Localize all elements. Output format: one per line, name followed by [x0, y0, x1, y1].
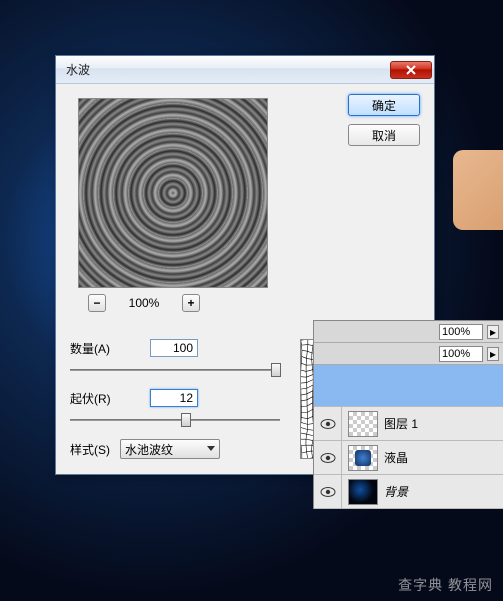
- visibility-toggle[interactable]: [314, 475, 342, 508]
- visibility-toggle[interactable]: [314, 441, 342, 474]
- layer-thumbnail[interactable]: [348, 411, 378, 437]
- layer-thumbnail[interactable]: [348, 445, 378, 471]
- eye-icon: [320, 452, 336, 464]
- ridges-label: 起伏(R): [70, 390, 150, 407]
- ridges-input[interactable]: [150, 389, 198, 407]
- layer-row[interactable]: 图层 1: [314, 407, 503, 441]
- amount-label: 数量(A): [70, 340, 150, 357]
- style-label: 样式(S): [70, 441, 110, 458]
- ok-button[interactable]: 确定: [348, 94, 420, 116]
- cancel-button[interactable]: 取消: [348, 124, 420, 146]
- eye-icon: [320, 418, 336, 430]
- ridges-slider[interactable]: [70, 411, 280, 429]
- ripple-preview-image: [79, 98, 267, 288]
- amount-slider-track: [70, 369, 280, 371]
- dialog-title: 水波: [66, 61, 390, 78]
- opacity-arrow-a[interactable]: ▸: [487, 325, 499, 339]
- skin-arm-shape: [453, 150, 503, 230]
- opacity-arrow-b[interactable]: ▸: [487, 347, 499, 361]
- layer-name: 液晶: [384, 449, 408, 466]
- layers-panel-row-a: 100% ▸: [314, 321, 503, 343]
- opacity-field-a[interactable]: 100%: [439, 324, 483, 340]
- zoom-in-button[interactable]: +: [182, 294, 200, 312]
- style-dropdown[interactable]: 水池波纹: [120, 439, 220, 459]
- preview-box[interactable]: [78, 98, 268, 288]
- ridges-slider-track: [70, 419, 280, 421]
- zoom-out-button[interactable]: −: [88, 294, 106, 312]
- watermark-text: 查字典 教程网: [398, 575, 493, 595]
- amount-slider-thumb[interactable]: [271, 363, 281, 377]
- style-value: 水池波纹: [125, 441, 173, 458]
- amount-slider[interactable]: [70, 361, 280, 379]
- layer-name: 图层 1: [384, 415, 418, 432]
- slider-controls: 数量(A) 起伏(R) 样式(S) 水池波纹: [70, 339, 290, 459]
- close-button[interactable]: [390, 61, 432, 79]
- zoom-percent: 100%: [124, 296, 164, 310]
- ridges-slider-thumb[interactable]: [181, 413, 191, 427]
- layer-row[interactable]: 液晶: [314, 441, 503, 475]
- layer-row[interactable]: 背景: [314, 475, 503, 509]
- layers-panel: 100% ▸ 100% ▸ 图层 1 液晶 背景: [313, 320, 503, 509]
- amount-input[interactable]: [150, 339, 198, 357]
- chevron-down-icon: [207, 446, 215, 451]
- visibility-toggle[interactable]: [314, 407, 342, 440]
- eye-icon: [320, 486, 336, 498]
- opacity-field-b[interactable]: 100%: [439, 346, 483, 362]
- dialog-button-column: 确定 取消: [348, 94, 420, 154]
- layer-row[interactable]: [314, 365, 503, 407]
- layer-thumbnail[interactable]: [348, 479, 378, 505]
- layer-name: 背景: [384, 483, 408, 500]
- dialog-titlebar[interactable]: 水波: [56, 56, 434, 84]
- close-icon: [405, 65, 417, 75]
- layers-panel-row-b: 100% ▸: [314, 343, 503, 365]
- zoom-controls: − 100% +: [88, 294, 422, 312]
